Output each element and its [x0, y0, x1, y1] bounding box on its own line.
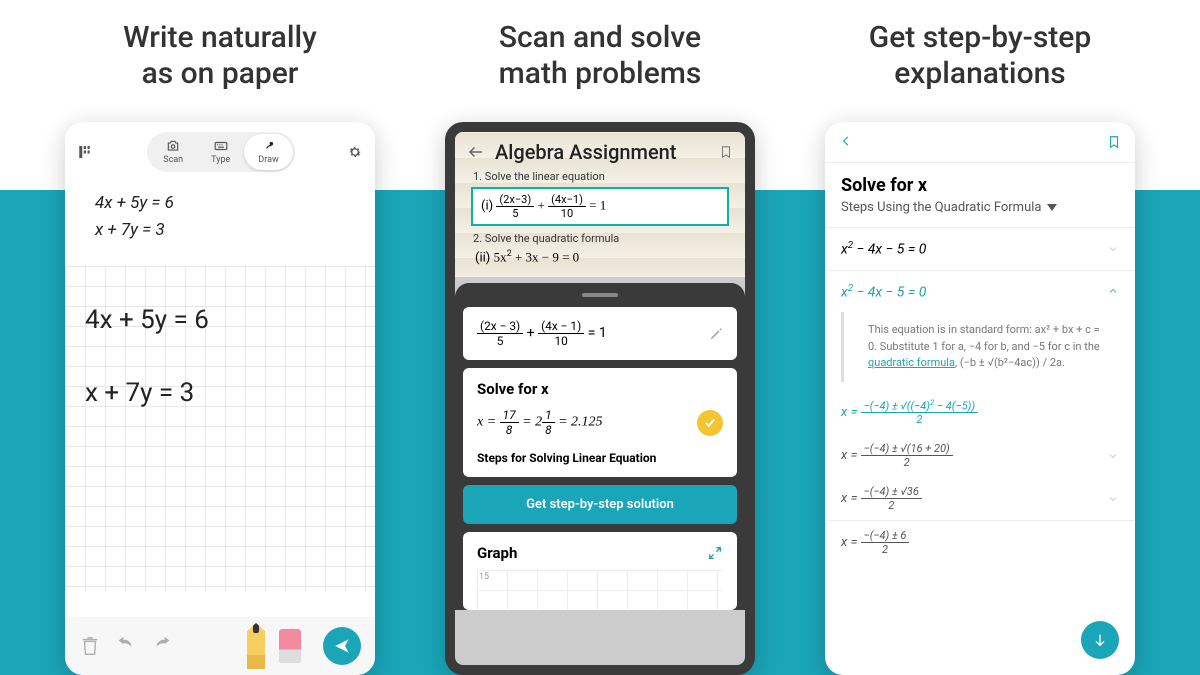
undo-icon[interactable] — [115, 635, 137, 657]
chevron-up-icon — [1107, 285, 1119, 297]
gear-icon[interactable] — [347, 144, 363, 160]
bookmark-icon[interactable] — [719, 143, 733, 161]
drag-handle[interactable] — [582, 293, 618, 297]
check-badge — [697, 410, 723, 436]
trash-icon[interactable] — [79, 635, 101, 657]
step-2-eq: x2 − 4x − 5 = 0 — [841, 283, 926, 301]
bottom-toolbar — [65, 617, 375, 675]
quadratic-formula-link[interactable]: quadratic formula — [868, 356, 955, 369]
recognized-equations: 4x + 5y = 6 x + 7y = 3 — [65, 182, 375, 266]
scanned-paper: Algebra Assignment 1. Solve the linear e… — [455, 132, 745, 277]
bookmark-icon[interactable] — [1107, 134, 1121, 150]
result-panel: (2x − 3)5 + (4x − 1)10 = 1 Solve for x x… — [455, 283, 745, 610]
step-1-eq: x2 − 4x − 5 = 0 — [841, 240, 926, 258]
expand-icon[interactable] — [707, 545, 723, 561]
arrow-down-icon — [1092, 632, 1108, 648]
draw-icon — [262, 139, 276, 153]
handwritten-eq1: 4x + 5y = 6 — [85, 284, 355, 357]
phone-scan: Algebra Assignment 1. Solve the linear e… — [445, 122, 755, 675]
chevron-down-icon — [1107, 493, 1119, 505]
formula-row-1: x = −(−4) ± √((−4)2 − 4(−5))2 — [825, 390, 1135, 435]
explanation-text: This equation is in standard form: ax² +… — [841, 312, 1119, 382]
assignment-title: Algebra Assignment — [495, 140, 709, 164]
mode-scan[interactable]: Scan — [149, 134, 197, 170]
mode-draw[interactable]: Draw — [244, 134, 292, 170]
drawing-canvas[interactable]: 4x + 5y = 6 x + 7y = 3 — [65, 266, 375, 591]
question-2-label: 2. Solve the quadratic formula — [473, 232, 733, 245]
back-chevron-icon[interactable] — [839, 134, 853, 148]
mode-switch: Scan Type Draw — [147, 132, 295, 172]
scroll-down-fab[interactable] — [1081, 621, 1119, 659]
handwritten-eq2: x + 7y = 3 — [85, 357, 355, 430]
mode-type[interactable]: Type — [197, 134, 244, 170]
solve-heading: Solve for x — [477, 380, 723, 398]
toolbar: Scan Type Draw — [65, 122, 375, 182]
redo-icon[interactable] — [151, 635, 173, 657]
graph-heading: Graph — [477, 544, 517, 562]
question-1-label: 1. Solve the linear equation — [473, 170, 733, 183]
typed-eq2: x + 7y = 3 — [95, 217, 345, 244]
chevron-down-icon — [1047, 204, 1057, 211]
submit-button[interactable] — [323, 627, 361, 665]
phone-steps: Solve for x Steps Using the Quadratic Fo… — [825, 122, 1135, 675]
check-icon — [703, 416, 717, 430]
formula-row-3[interactable]: x = −(−4) ± √362 — [825, 477, 1135, 520]
chevron-down-icon — [1107, 450, 1119, 462]
edit-icon[interactable] — [709, 327, 723, 341]
send-icon — [333, 637, 351, 655]
parsed-equation: (2x − 3)5 + (4x − 1)10 = 1 — [477, 319, 607, 348]
pencil-tool[interactable] — [247, 623, 265, 669]
headline-steps: Get step-by-stepexplanations — [869, 20, 1091, 92]
typed-eq1: 4x + 5y = 6 — [95, 190, 345, 217]
equation-card: (2x − 3)5 + (4x − 1)10 = 1 — [463, 307, 737, 360]
solution-value: x = 178 = 218 = 2.125 — [477, 408, 603, 437]
formula-row-2[interactable]: x = −(−4) ± √(16 + 20)2 — [825, 434, 1135, 477]
solution-card: Solve for x x = 178 = 218 = 2.125 Steps … — [463, 368, 737, 477]
formula-row-4[interactable]: x = −(−4) ± 62 — [825, 520, 1135, 564]
steps-title: Solve for x — [825, 163, 1135, 200]
get-steps-button[interactable]: Get step-by-step solution — [463, 485, 737, 524]
headline-write: Write naturallyas on paper — [123, 20, 317, 92]
history-icon[interactable] — [77, 143, 95, 161]
scan-crop-box[interactable]: (i) (2x−3)5 + (4x−1)10 = 1 — [471, 187, 729, 226]
steps-label: Steps for Solving Linear Equation — [477, 451, 723, 465]
method-selector[interactable]: Steps Using the Quadratic Formula — [825, 200, 1135, 227]
eraser-tool[interactable] — [279, 629, 301, 663]
step-row-1[interactable]: x2 − 4x − 5 = 0 — [825, 227, 1135, 270]
graph-preview[interactable]: 15 — [477, 570, 723, 610]
headline-scan: Scan and solvemath problems — [499, 20, 702, 92]
back-icon[interactable] — [467, 143, 485, 161]
chevron-down-icon — [1107, 243, 1119, 255]
camera-icon — [166, 139, 180, 153]
top-bar — [825, 122, 1135, 163]
phone-draw: Scan Type Draw 4x + 5y = 6 x + 7y = 3 4x… — [65, 122, 375, 675]
graph-card: Graph 15 — [463, 532, 737, 610]
keyboard-icon — [214, 139, 228, 153]
step-row-2[interactable]: x2 − 4x − 5 = 0 — [825, 270, 1135, 313]
